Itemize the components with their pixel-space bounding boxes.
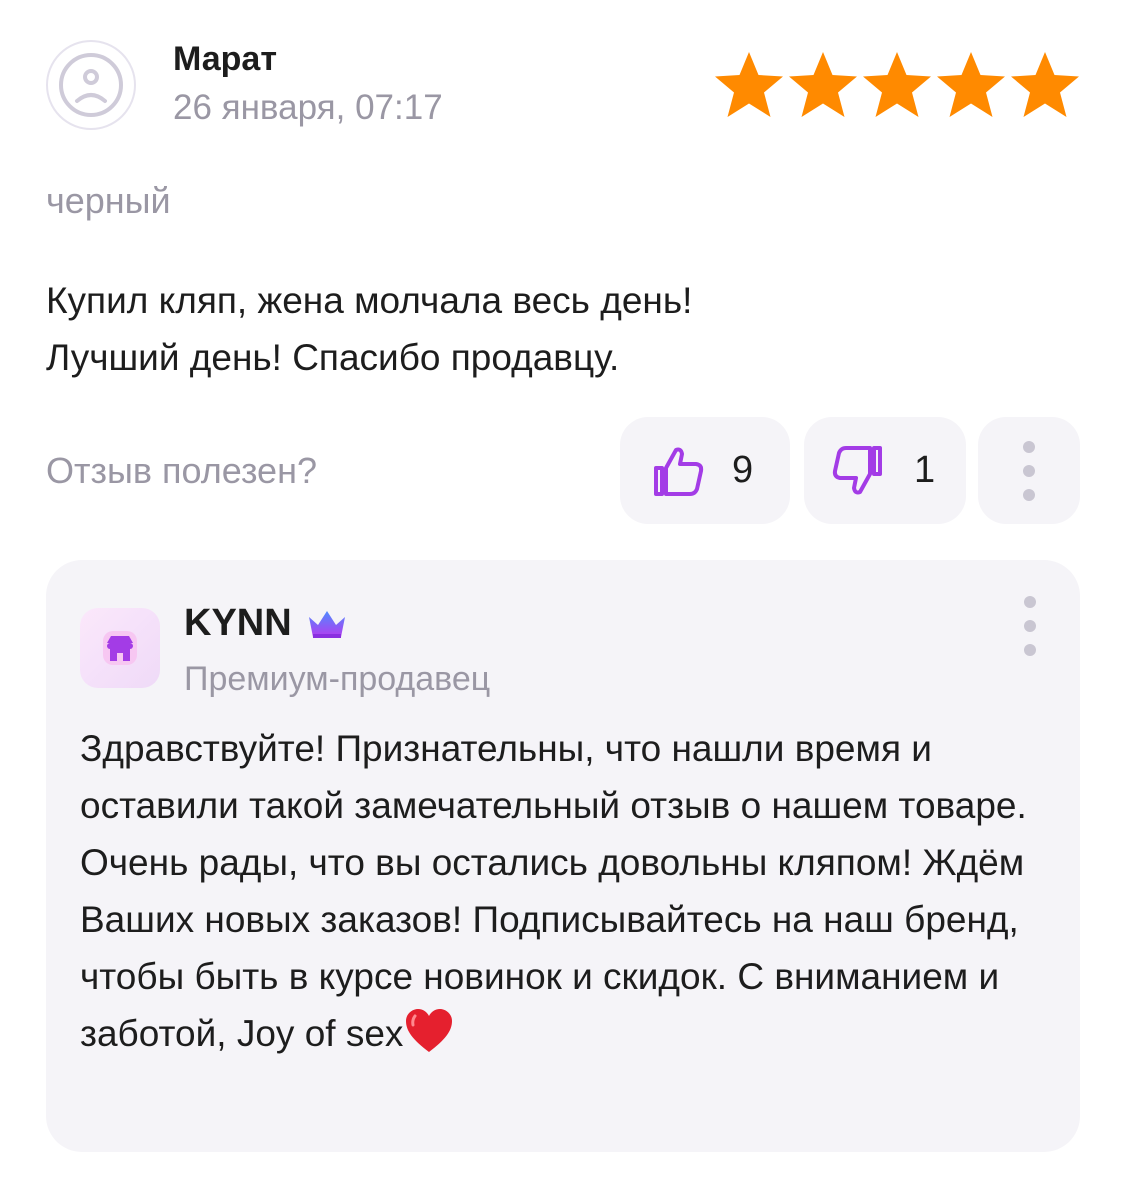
heart-icon bbox=[406, 1009, 453, 1052]
seller-reply: KYNN Премиум-продавец Здравствуйте! Приз… bbox=[46, 560, 1080, 1152]
like-count: 9 bbox=[732, 449, 754, 491]
star-icon bbox=[1011, 52, 1079, 117]
review-card: Марат 26 января, 07:17 черный Купил кляп… bbox=[0, 0, 1124, 1200]
sad-face-icon bbox=[59, 53, 123, 117]
review-text: Купил кляп, жена молчала весь день! Лучш… bbox=[46, 272, 1086, 386]
rating-stars bbox=[712, 48, 1082, 122]
more-vertical-icon bbox=[1024, 596, 1036, 656]
like-button[interactable]: 9 bbox=[620, 417, 790, 524]
star-icon bbox=[937, 52, 1005, 117]
seller-badge: Премиум-продавец bbox=[184, 660, 491, 698]
thumbs-up-icon bbox=[654, 447, 704, 496]
seller-logo[interactable] bbox=[80, 608, 160, 688]
helpful-question: Отзыв полезен? bbox=[46, 450, 317, 491]
crown-icon bbox=[308, 610, 345, 638]
avatar[interactable] bbox=[46, 40, 136, 130]
review-text-line: Лучший день! Спасибо продавцу. bbox=[46, 337, 620, 378]
star-icon bbox=[715, 52, 783, 117]
dislike-button[interactable]: 1 bbox=[804, 417, 966, 524]
product-variant: черный bbox=[46, 180, 171, 221]
star-icon bbox=[789, 52, 857, 117]
reply-text-content: Здравствуйте! Признательны, что нашли вр… bbox=[80, 728, 1027, 1054]
review-text-line: Купил кляп, жена молчала весь день! bbox=[46, 280, 693, 321]
review-date: 26 января, 07:17 bbox=[173, 88, 443, 127]
dislike-count: 1 bbox=[914, 449, 936, 491]
thumbs-down-icon bbox=[832, 445, 882, 494]
reply-more-button[interactable] bbox=[1024, 596, 1036, 656]
seller-name[interactable]: KYNN bbox=[184, 602, 348, 645]
seller-name-text: KYNN bbox=[184, 602, 292, 644]
review-more-button[interactable] bbox=[978, 417, 1080, 524]
star-icon bbox=[863, 52, 931, 117]
more-vertical-icon bbox=[1023, 440, 1035, 501]
store-icon bbox=[103, 631, 137, 665]
reply-text: Здравствуйте! Признательны, что нашли вр… bbox=[80, 720, 1060, 1062]
author-name: Марат bbox=[173, 40, 277, 78]
